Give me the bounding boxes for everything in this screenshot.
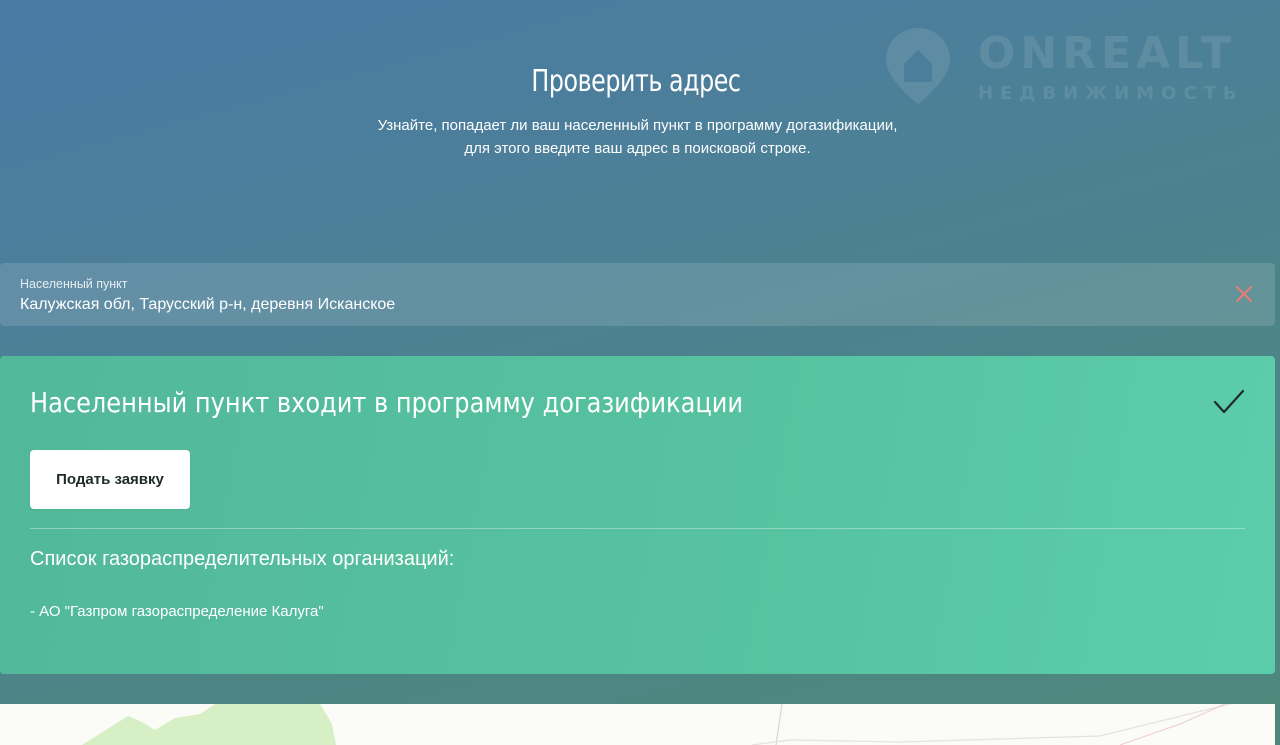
close-icon[interactable] (1233, 283, 1255, 305)
subtitle-line-1: Узнайте, попадает ли ваш населенный пунк… (377, 117, 898, 134)
result-title: Населенный пункт входит в программу дога… (30, 386, 744, 419)
result-card: Населенный пункт входит в программу дога… (0, 356, 1275, 674)
map-preview[interactable] (0, 704, 1275, 745)
apply-button[interactable]: Подать заявку (30, 450, 190, 509)
divider (30, 528, 1245, 529)
page-title: Проверить адрес (531, 64, 741, 99)
address-search-field[interactable]: Населенный пункт Калужская обл, Тарусски… (0, 263, 1275, 326)
org-list-item: - АО "Газпром газораспределение Калуга" (30, 603, 324, 620)
check-icon (1213, 389, 1245, 414)
address-input[interactable]: Калужская обл, Тарусский р-н, деревня Ис… (20, 296, 395, 314)
address-field-label: Населенный пункт (20, 277, 128, 291)
orgs-heading: Список газораспределительных организаций… (30, 548, 455, 570)
subtitle-line-2: для этого введите ваш адрес в поисковой … (464, 140, 811, 157)
page: ONREALT НЕДВИЖИМОСТЬ Проверить адрес Узн… (0, 0, 1280, 745)
map-graphic (82, 704, 1231, 745)
page-subtitle: Узнайте, попадает ли ваш населенный пунк… (0, 114, 1275, 160)
